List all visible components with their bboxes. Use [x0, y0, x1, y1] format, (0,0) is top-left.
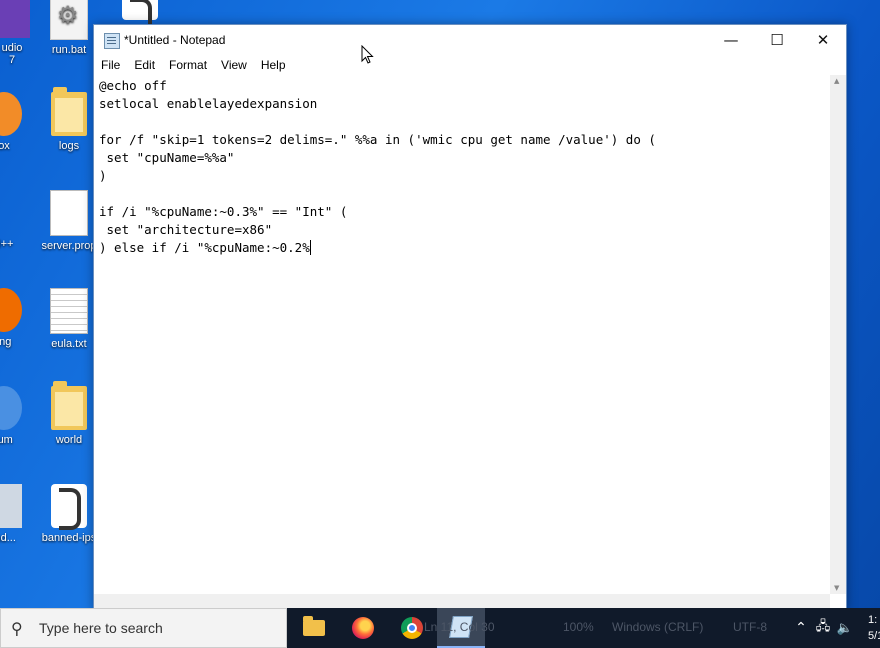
menu-format[interactable]: Format	[162, 55, 214, 75]
menu-edit[interactable]: Edit	[127, 55, 162, 75]
desktop-icon-label: d++	[0, 238, 14, 250]
editor-content: @echo off setlocal enablelayedexpansion …	[99, 78, 656, 255]
file-icon	[50, 190, 88, 236]
desktop-icon-label: logs	[58, 140, 80, 152]
search-icon: ⚲	[11, 618, 23, 638]
desktop-icon-label: world	[55, 434, 83, 446]
desktop-icon-label: ing	[0, 336, 12, 348]
close-button[interactable]: ✕	[800, 25, 846, 55]
ghost-status-position: Ln 11, Col 30	[424, 620, 495, 634]
minimize-button[interactable]: —	[708, 25, 754, 55]
desktop-icon-window[interactable]: ind...	[0, 484, 44, 544]
menu-bar: File Edit Format View Help	[94, 55, 846, 75]
system-tray: ⌃ 🖧 🔈	[790, 608, 856, 648]
folder-icon	[51, 87, 87, 136]
banned-ips-file-icon	[51, 484, 87, 530]
chevron-up-icon[interactable]: ⌃	[790, 620, 812, 636]
ghost-status-line-endings: Windows (CRLF)	[612, 620, 704, 634]
title-bar[interactable]: *Untitled - Notepad — ☐ ✕	[94, 25, 846, 55]
app-icon	[0, 0, 30, 38]
desktop-icon-label: ium	[0, 434, 13, 446]
chrome-icon	[401, 617, 423, 639]
taskbar-file-explorer[interactable]	[290, 608, 338, 648]
desktop-icon-chromium[interactable]: ium	[0, 386, 44, 446]
taskbar-clock[interactable]: 1: 5/1	[868, 612, 880, 644]
text-caret	[309, 240, 311, 255]
file-icon	[122, 0, 158, 40]
folder-icon	[51, 381, 87, 430]
ghost-status-encoding: UTF-8	[733, 620, 767, 634]
file-explorer-icon	[303, 616, 325, 636]
menu-file[interactable]: File	[94, 55, 127, 75]
desktop-icon-label: run.bat	[51, 44, 87, 56]
desktop-icon-box[interactable]: ox	[0, 92, 44, 152]
taskbar-search-box[interactable]: ⚲ Type here to search	[0, 608, 287, 648]
notepadpp-icon	[0, 190, 24, 234]
notepad-window[interactable]: *Untitled - Notepad — ☐ ✕ File Edit Form…	[93, 24, 847, 611]
desktop-icon-top[interactable]	[100, 0, 180, 40]
desktop-icon-label: ox	[0, 140, 10, 152]
firefox-icon	[352, 617, 374, 639]
maximize-button[interactable]: ☐	[754, 25, 800, 55]
desktop-icon-label: server.prop	[41, 240, 97, 252]
app-icon	[0, 92, 22, 136]
desktop-icon-label: eula.txt	[51, 338, 87, 350]
menu-view[interactable]: View	[214, 55, 254, 75]
clock-date: 5/1	[868, 630, 880, 642]
taskbar-firefox[interactable]	[339, 608, 387, 648]
clock-time: 1:	[868, 614, 878, 626]
app-icon	[0, 288, 22, 332]
window-title: *Untitled - Notepad	[124, 33, 226, 47]
text-editor[interactable]: @echo off setlocal enablelayedexpansion …	[94, 75, 830, 594]
notepad-icon	[104, 33, 120, 49]
taskbar: ⚲ Type here to search Ln 11, Col 30 100%…	[0, 608, 880, 648]
menu-help[interactable]: Help	[254, 55, 293, 75]
vertical-scrollbar[interactable]	[830, 75, 846, 594]
network-icon[interactable]: 🖧	[812, 617, 834, 639]
desktop-icon-notepadpp[interactable]: d++	[0, 190, 44, 250]
text-file-icon	[50, 288, 88, 334]
computer-icon	[0, 484, 22, 528]
volume-muted-icon[interactable]: 🔈	[834, 621, 856, 636]
desktop-icon-label: banned-ips	[41, 532, 97, 544]
ghost-status-zoom: 100%	[563, 620, 594, 634]
desktop-icon-ing[interactable]: ing	[0, 288, 44, 348]
chromium-icon	[0, 386, 22, 430]
desktop-icon-label: ind...	[0, 532, 16, 544]
desktop-icon-label: udio 7	[1, 42, 23, 66]
batch-file-icon	[50, 0, 88, 40]
search-placeholder: Type here to search	[39, 620, 163, 636]
